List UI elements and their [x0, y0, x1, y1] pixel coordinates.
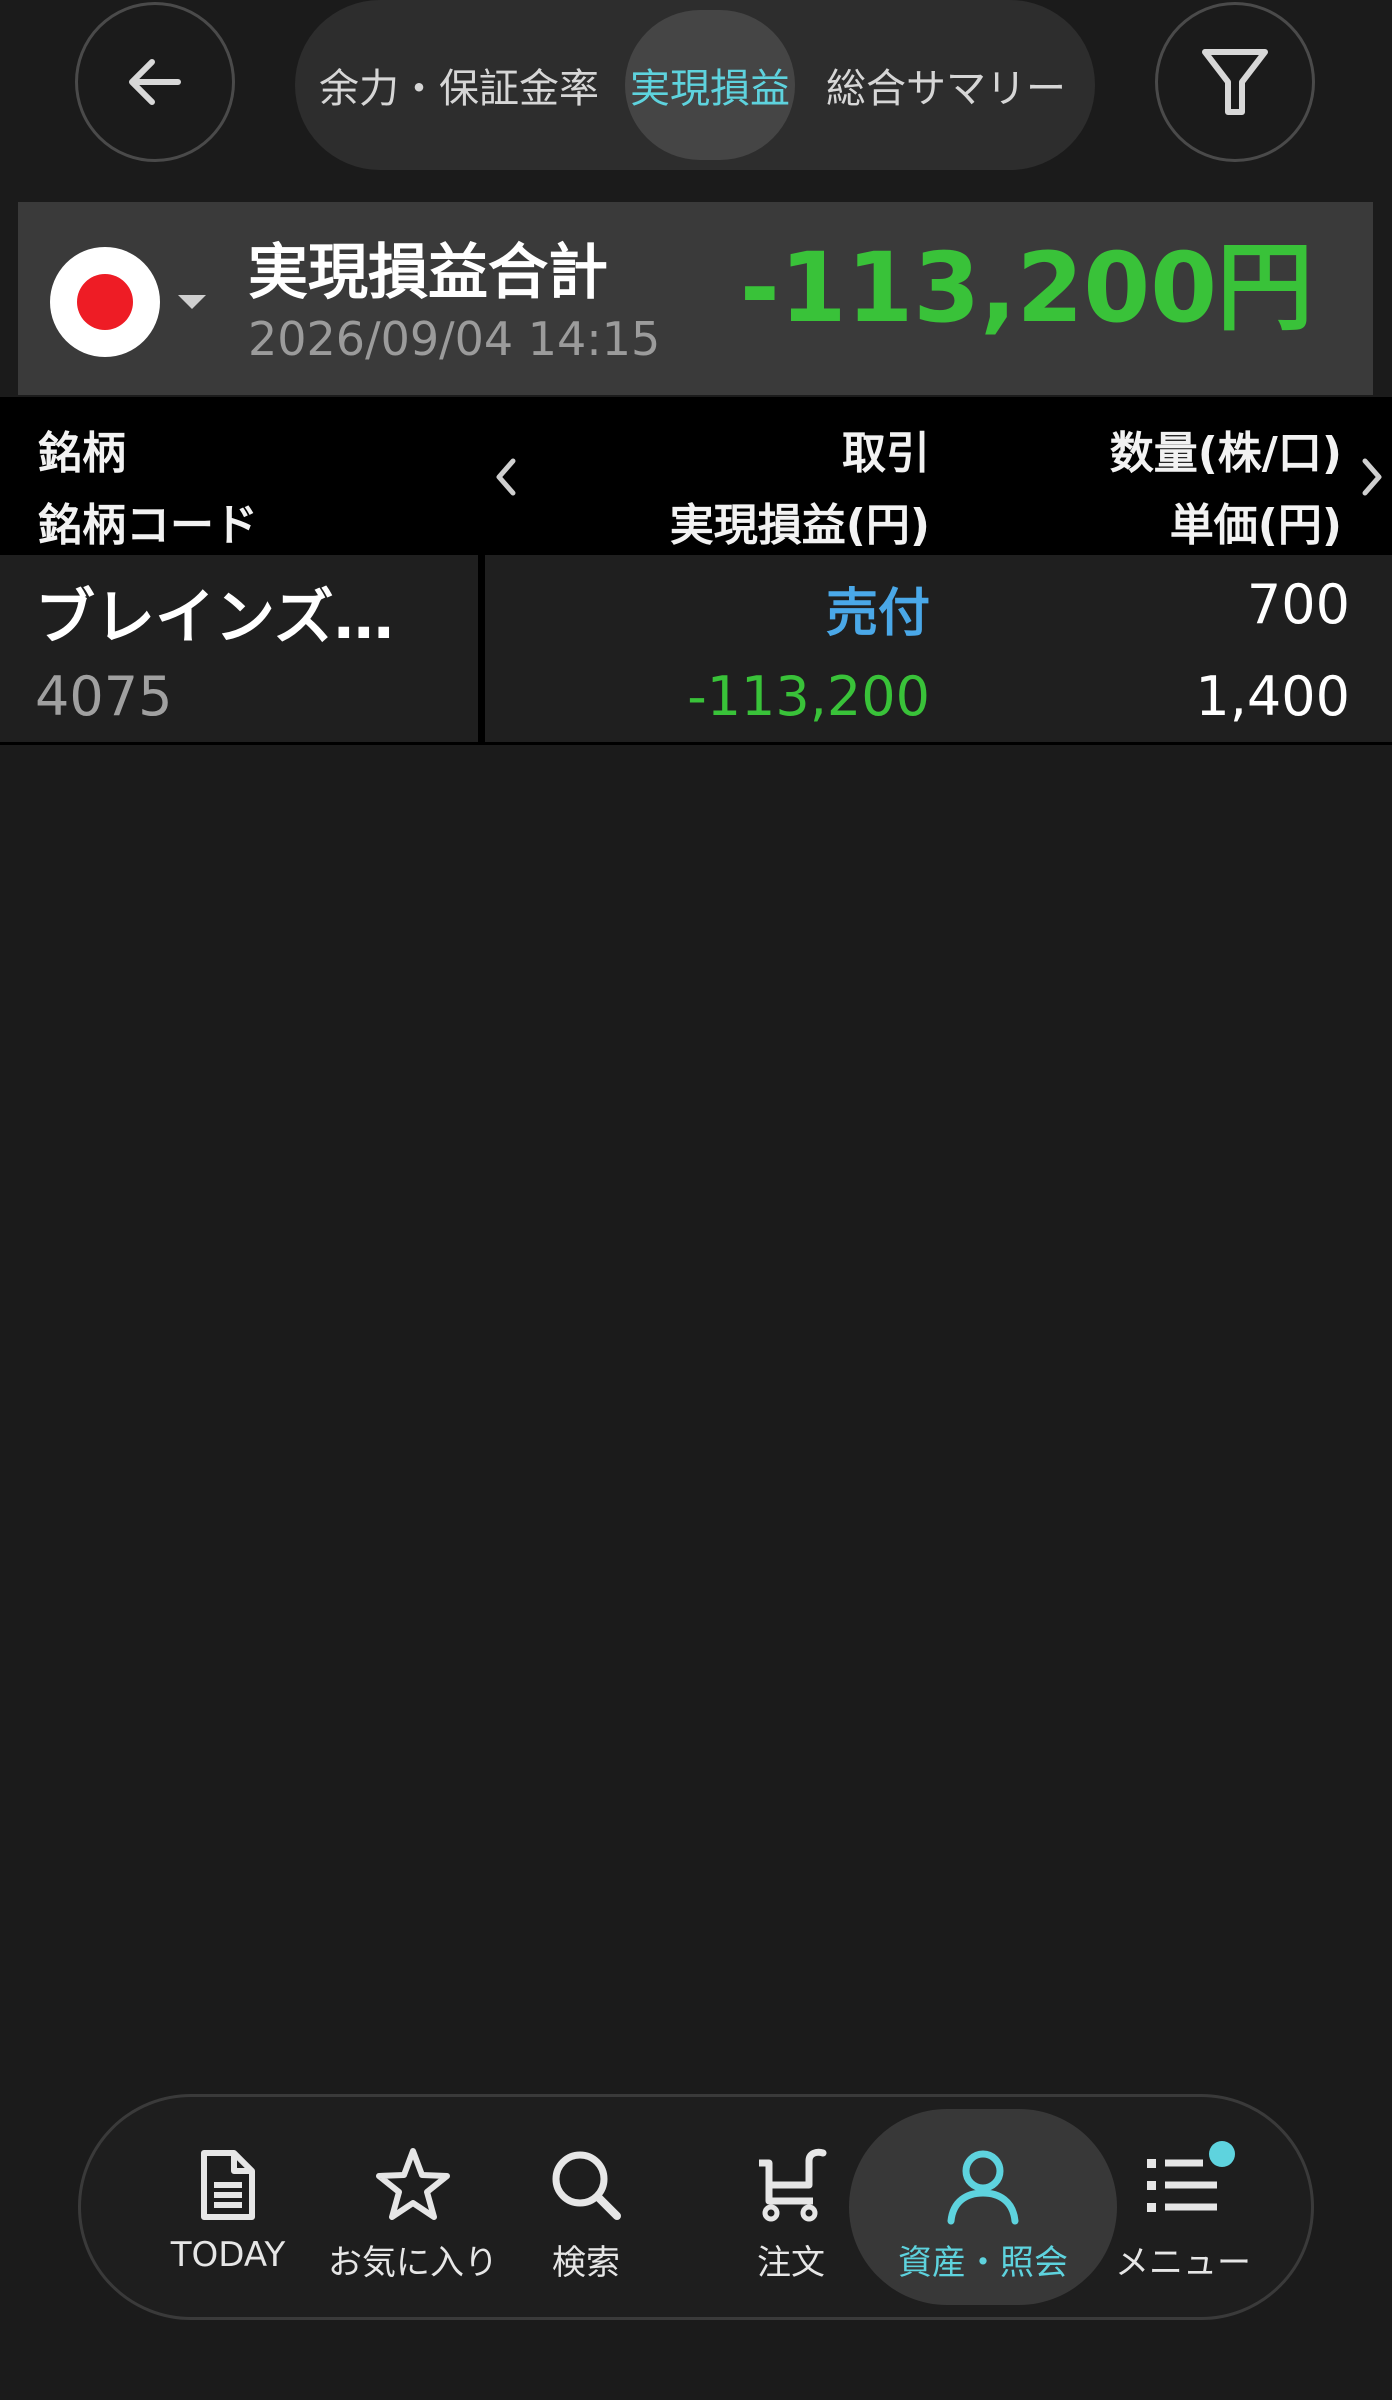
- japan-flag-icon[interactable]: [50, 247, 160, 357]
- realized-pl-summary: 実現損益合計 2026/09/04 14:15 -113,200円: [18, 202, 1373, 395]
- header-realized-pl: 実現損益(円): [669, 500, 930, 551]
- notification-dot: [1209, 2141, 1235, 2167]
- nav-label-search: 検索: [552, 2243, 620, 2283]
- tab-realized-pl[interactable]: 実現損益: [625, 10, 795, 160]
- trade-type: 売付: [825, 584, 930, 644]
- chevron-down-icon[interactable]: [178, 295, 206, 309]
- nav-label-menu: メニュー: [1115, 2243, 1251, 2283]
- nav-search[interactable]: 検索: [531, 2097, 641, 2317]
- document-icon: [188, 2145, 268, 2225]
- chevron-left-icon[interactable]: [484, 447, 528, 507]
- nav-today[interactable]: TODAY: [153, 2097, 303, 2317]
- flag-sun: [77, 274, 133, 330]
- arrow-left-icon: [129, 59, 181, 105]
- nav-assets[interactable]: 資産・照会: [849, 2109, 1117, 2305]
- nav-label-favorites: お気に入り: [328, 2243, 498, 2283]
- realized-pl-value: -113,200: [687, 665, 930, 728]
- chevron-right-icon[interactable]: [1350, 447, 1392, 507]
- quantity-value: 700: [1246, 573, 1350, 636]
- filter-button[interactable]: [1155, 2, 1315, 162]
- unit-price-value: 1,400: [1195, 665, 1350, 728]
- back-button[interactable]: [75, 2, 235, 162]
- stock-name: ブレインズ…: [35, 583, 394, 653]
- nav-label-today: TODAY: [170, 2235, 286, 2275]
- summary-title: 実現損益合計: [248, 238, 608, 308]
- nav-label-order: 注文: [757, 2243, 825, 2283]
- tab-margin-rate[interactable]: 余力・保証金率: [309, 10, 609, 160]
- order-cart-icon: [751, 2145, 831, 2225]
- nav-order[interactable]: 注文: [736, 2097, 846, 2317]
- table-header: 銘柄 銘柄コード 取引 実現損益(円) 数量(株/口) 単価(円): [0, 397, 1392, 555]
- stock-code: 4075: [35, 665, 173, 728]
- header-trade: 取引: [842, 428, 930, 479]
- bottom-nav: TODAY お気に入り 検索 注文 資産・照会 メニュー: [78, 2094, 1314, 2320]
- filter-icon: [1202, 49, 1268, 115]
- tab-switcher: 余力・保証金率 実現損益 総合サマリー: [295, 0, 1095, 170]
- summary-total: -113,200円: [739, 232, 1313, 344]
- header-stock-code: 銘柄コード: [38, 500, 258, 551]
- search-icon: [546, 2145, 626, 2225]
- table-row[interactable]: ブレインズ… 4075 売付 -113,200 700 1,400: [0, 555, 1392, 745]
- star-icon: [373, 2145, 453, 2225]
- top-bar: 余力・保証金率 実現損益 総合サマリー: [0, 0, 1392, 200]
- tab-overall-summary[interactable]: 総合サマリー: [805, 10, 1087, 160]
- nav-label-assets: 資産・照会: [898, 2243, 1068, 2283]
- nav-menu[interactable]: メニュー: [1103, 2097, 1263, 2317]
- column-divider: [478, 555, 485, 745]
- header-unit-price: 単価(円): [1169, 500, 1342, 551]
- summary-timestamp: 2026/09/04 14:15: [248, 312, 661, 366]
- header-quantity: 数量(株/口): [1109, 428, 1342, 479]
- header-stock-name: 銘柄: [38, 428, 126, 479]
- nav-favorites[interactable]: お気に入り: [323, 2097, 503, 2317]
- person-icon: [943, 2145, 1023, 2225]
- app-root: 余力・保証金率 実現損益 総合サマリー 実現損益合計 2026/09/04 14…: [0, 0, 1392, 2400]
